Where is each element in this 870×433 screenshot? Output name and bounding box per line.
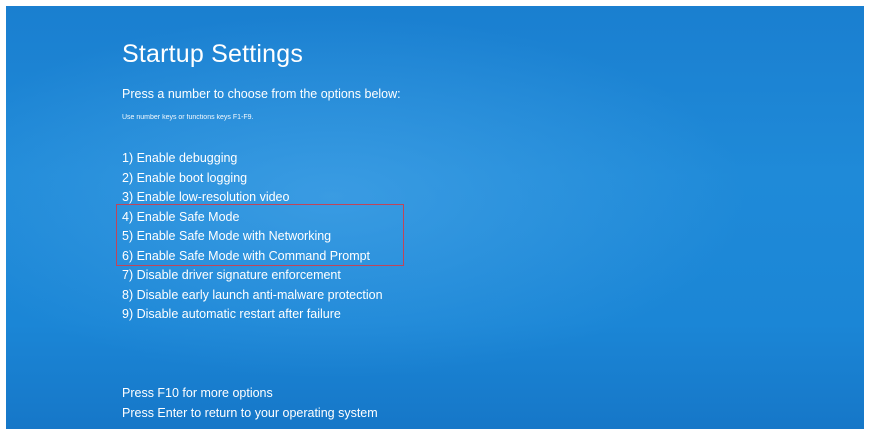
photo-frame: Startup Settings Press a number to choos… xyxy=(0,0,870,433)
footer: Press F10 for more options Press Enter t… xyxy=(122,383,378,423)
option-disable-driver-signature-enforcement[interactable]: 7) Disable driver signature enforcement xyxy=(122,266,383,286)
option-enable-boot-logging[interactable]: 2) Enable boot logging xyxy=(122,169,383,189)
page-title: Startup Settings xyxy=(122,40,304,68)
more-options-text[interactable]: Press F10 for more options xyxy=(122,383,378,403)
instructions-text: Press a number to choose from the option… xyxy=(122,87,401,101)
return-to-os-text[interactable]: Press Enter to return to your operating … xyxy=(122,403,378,423)
option-disable-early-launch-anti-malware[interactable]: 8) Disable early launch anti-malware pro… xyxy=(122,286,383,306)
key-hint-text: Use number keys or functions keys F1-F9. xyxy=(122,114,254,121)
startup-settings-screen: Startup Settings Press a number to choos… xyxy=(6,6,864,429)
option-enable-debugging[interactable]: 1) Enable debugging xyxy=(122,149,383,169)
safe-mode-highlight-box xyxy=(116,204,404,266)
option-disable-automatic-restart[interactable]: 9) Disable automatic restart after failu… xyxy=(122,305,383,325)
